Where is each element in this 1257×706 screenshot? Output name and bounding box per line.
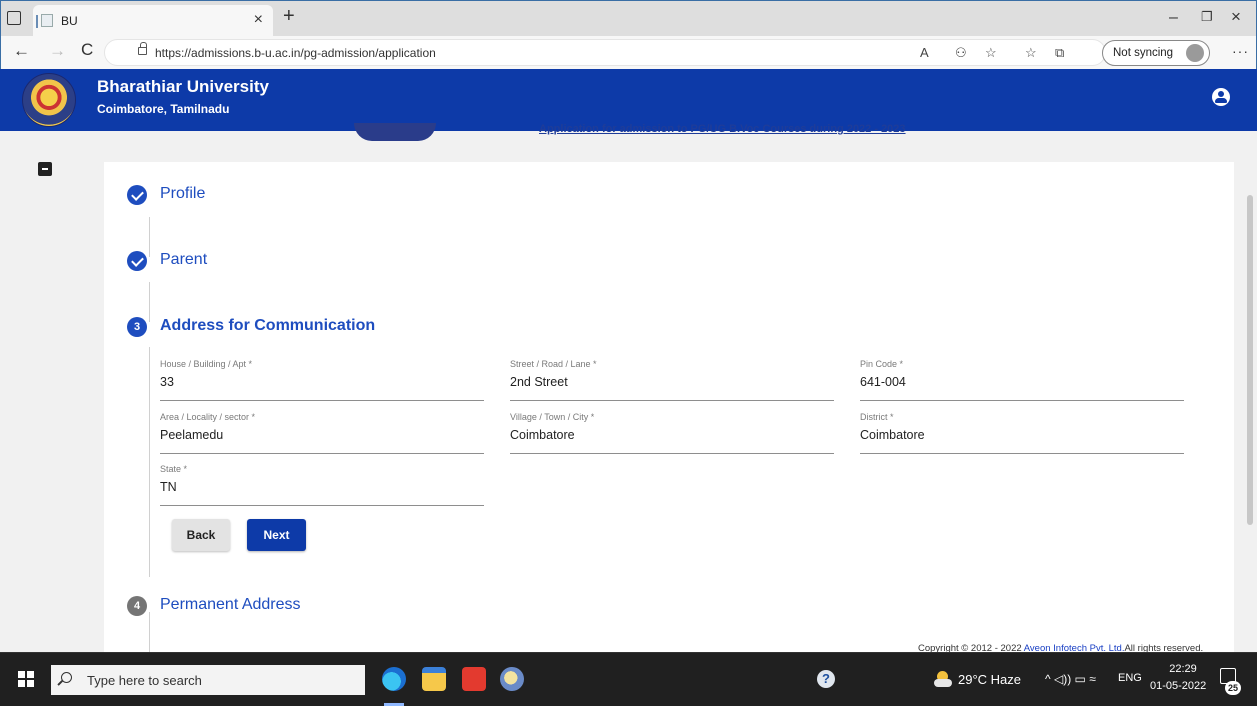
read-aloud-icon[interactable]: A xyxy=(920,45,929,60)
university-logo xyxy=(22,73,76,127)
profile-sync-button[interactable]: Not syncing xyxy=(1102,40,1210,66)
taskbar-search[interactable]: Type here to search xyxy=(51,665,365,695)
step-number: 4 xyxy=(127,596,147,616)
check-icon xyxy=(127,251,147,271)
windows-taskbar: Type here to search ? 29°C Haze ^ ◁)) ▭ … xyxy=(0,652,1257,706)
system-tray-icons[interactable]: ^ ◁)) ▭ ≈ xyxy=(1045,672,1096,686)
sidebar xyxy=(0,131,92,652)
new-tab-button[interactable]: + xyxy=(283,5,295,28)
favorites-icon[interactable]: ☆ xyxy=(1025,45,1037,61)
add-favorite-icon[interactable]: ☆ xyxy=(985,45,997,61)
sync-label: Not syncing xyxy=(1113,47,1174,59)
tab-close-icon[interactable]: × xyxy=(254,11,263,29)
address-bar[interactable]: https://admissions.b-u.ac.in/pg-admissio… xyxy=(104,39,1106,66)
house-input[interactable]: 33 xyxy=(160,375,174,389)
step-label: Address for Communication xyxy=(160,317,376,334)
step-label: Profile xyxy=(160,185,206,202)
pincode-input[interactable]: 641-004 xyxy=(860,375,906,389)
district-field[interactable]: District * Coimbatore xyxy=(860,412,1184,454)
close-window-button[interactable]: × xyxy=(1231,7,1241,27)
pincode-label: Pin Code * xyxy=(860,359,904,369)
next-button[interactable]: Next xyxy=(247,519,306,551)
taskbar-search-input[interactable]: Type here to search xyxy=(87,673,202,688)
page-favicon-icon xyxy=(36,14,53,28)
tab-actions-icon[interactable] xyxy=(7,11,21,25)
village-field[interactable]: Village / Town / City * Coimbatore xyxy=(510,412,834,454)
step-connector xyxy=(149,217,150,257)
browser-toolbar: ← → C https://admissions.b-u.ac.in/pg-ad… xyxy=(0,36,1257,69)
pincode-field[interactable]: Pin Code * 641-004 xyxy=(860,359,1184,401)
step-label: Permanent Address xyxy=(160,596,301,613)
village-label: Village / Town / City * xyxy=(510,412,595,422)
edge-app-icon[interactable] xyxy=(382,667,406,691)
house-field[interactable]: House / Building / Apt * 33 xyxy=(160,359,484,401)
reload-button[interactable]: C xyxy=(81,40,93,60)
tab-title: BU xyxy=(61,14,78,28)
step-connector xyxy=(149,612,150,652)
forward-button[interactable]: → xyxy=(49,41,66,61)
village-input[interactable]: Coimbatore xyxy=(510,428,575,442)
browser-tab[interactable]: BU × xyxy=(33,5,273,37)
street-input[interactable]: 2nd Street xyxy=(510,375,568,389)
street-field[interactable]: Street / Road / Lane * 2nd Street xyxy=(510,359,834,401)
file-explorer-icon[interactable] xyxy=(422,667,446,691)
collections-icon[interactable]: ⧉ xyxy=(1055,45,1064,61)
more-options-icon[interactable]: ··· xyxy=(1232,43,1249,59)
anydesk-app-icon[interactable] xyxy=(462,667,486,691)
url-text[interactable]: https://admissions.b-u.ac.in/pg-admissio… xyxy=(155,46,436,60)
banner-title: Application for admission to PG/UG B.Voc… xyxy=(539,123,906,135)
check-icon xyxy=(127,185,147,205)
profile-avatar-icon xyxy=(1186,44,1204,62)
back-button[interactable]: ← xyxy=(13,41,30,61)
banner-seal xyxy=(354,123,436,141)
restore-button[interactable]: ❐ xyxy=(1201,9,1213,25)
university-name: Bharathiar University xyxy=(97,77,269,96)
state-label: State * xyxy=(160,464,188,474)
step-connector xyxy=(149,282,150,322)
house-label: House / Building / Apt * xyxy=(160,359,253,369)
area-input[interactable]: Peelamedu xyxy=(160,428,223,442)
paint-app-icon[interactable] xyxy=(500,667,524,691)
area-field[interactable]: Area / Locality / sector * Peelamedu xyxy=(160,412,484,454)
clock-date[interactable]: 01-05-2022 xyxy=(1150,680,1206,692)
step-label: Parent xyxy=(160,251,208,268)
scrollbar-thumb[interactable] xyxy=(1247,195,1253,525)
area-label: Area / Locality / sector * xyxy=(160,412,256,422)
district-input[interactable]: Coimbatore xyxy=(860,428,925,442)
minimize-button[interactable]: – xyxy=(1169,9,1178,27)
person-icon[interactable]: ⚇ xyxy=(955,45,967,61)
weather-text[interactable]: 29°C Haze xyxy=(958,672,1021,687)
account-icon[interactable] xyxy=(1212,88,1230,106)
archive-icon[interactable] xyxy=(38,162,52,176)
page-scrollbar[interactable] xyxy=(1244,131,1257,652)
browser-title-bar: BU × + – ❐ × xyxy=(0,0,1257,37)
university-location: Coimbatore, Tamilnadu xyxy=(97,102,230,116)
state-field[interactable]: State * TN xyxy=(160,464,484,506)
app-header: Bharathiar University Coimbatore, Tamiln… xyxy=(0,69,1257,131)
state-input[interactable]: TN xyxy=(160,480,177,494)
weather-icon[interactable] xyxy=(934,670,952,688)
back-form-button[interactable]: Back xyxy=(172,519,230,551)
street-label: Street / Road / Lane * xyxy=(510,359,597,369)
lock-icon[interactable] xyxy=(138,42,147,55)
windows-start-icon[interactable] xyxy=(18,671,34,687)
notification-count-badge: 25 xyxy=(1225,681,1241,695)
stepper-card: Profile Parent 3 Address for Communicati… xyxy=(104,162,1234,652)
district-label: District * xyxy=(860,412,894,422)
step-connector xyxy=(149,347,150,577)
step-number: 3 xyxy=(127,317,147,337)
main-content: Application for admission to PG/UG B.Voc… xyxy=(92,123,1244,654)
language-indicator[interactable]: ENG xyxy=(1118,672,1142,684)
clock-time[interactable]: 22:29 xyxy=(1163,663,1203,675)
help-icon[interactable]: ? xyxy=(817,670,835,688)
search-icon xyxy=(61,672,72,683)
